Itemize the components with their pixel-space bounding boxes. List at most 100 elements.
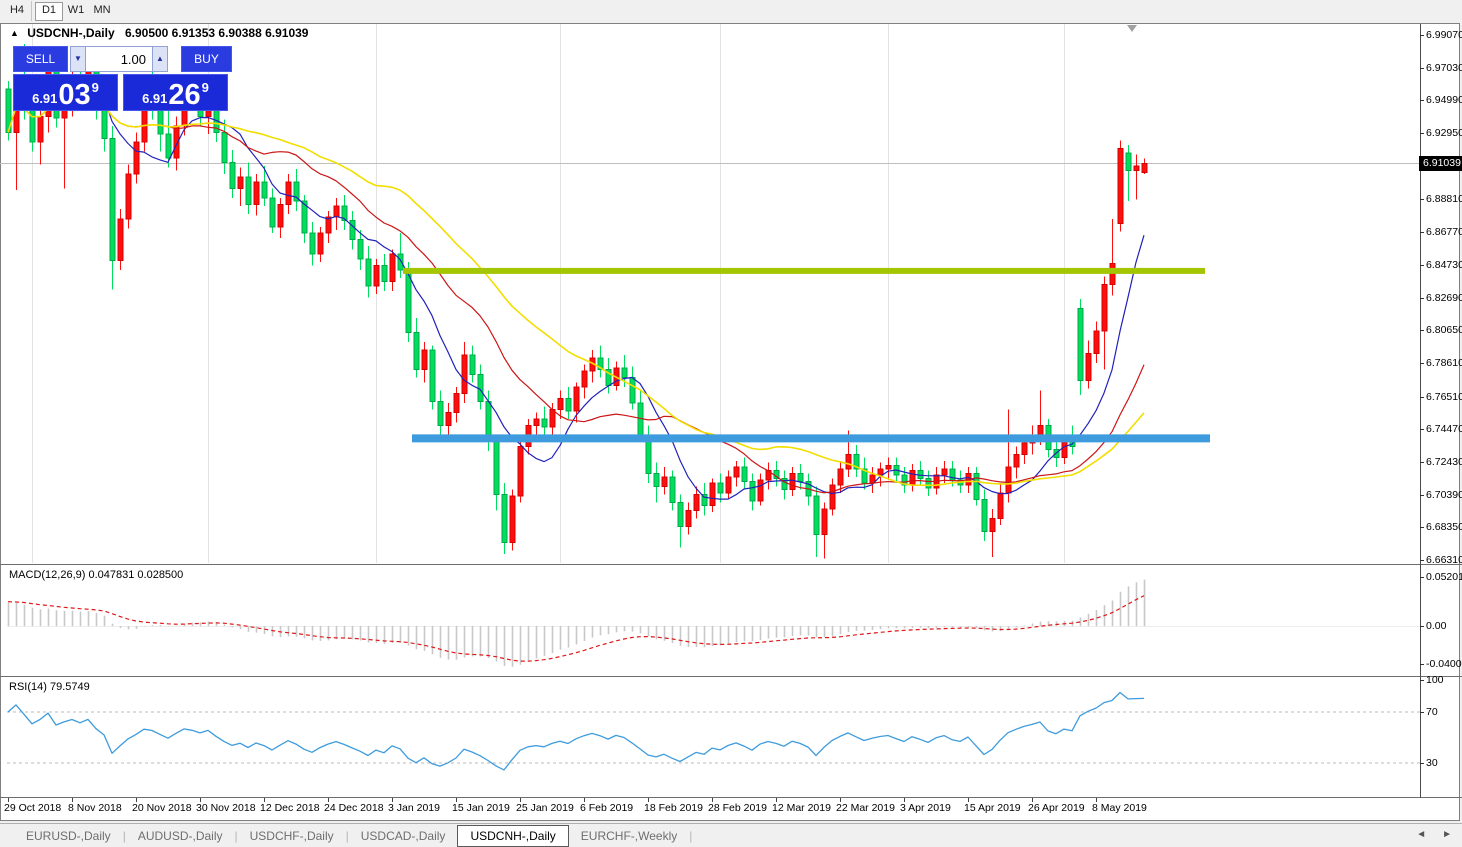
chart-tabs-bar: EURUSD-,Daily | AUDUSD-,Daily | USDCHF-,Dail… (0, 823, 1462, 847)
sell-price-tile[interactable]: 6.91 03 9 (13, 74, 118, 111)
date-axis-label: 15 Apr 2019 (964, 802, 1021, 814)
collapse-arrow-icon[interactable]: ▲ (10, 28, 19, 38)
date-axis-label: 22 Mar 2019 (836, 802, 895, 814)
tab-usdchf-daily[interactable]: USDCHF-,Daily (238, 826, 346, 846)
buy-price-prefix: 6.91 (142, 91, 168, 106)
price-axis-label: 6.76510 (1426, 391, 1462, 403)
date-axis-label: 26 Apr 2019 (1028, 802, 1085, 814)
price-axis-label: 6.97030 (1426, 62, 1462, 74)
axis-tick (1420, 577, 1424, 578)
sell-price-prefix: 6.91 (32, 91, 58, 106)
axis-tick (1420, 363, 1424, 364)
macd-panel-chart[interactable] (0, 567, 1462, 676)
axis-tick (1420, 68, 1424, 69)
price-axis-label: 6.72430 (1426, 456, 1462, 468)
price-axis-label: 6.88810 (1426, 193, 1462, 205)
tab-eurchf-weekly[interactable]: EURCHF-,Weekly (569, 826, 689, 846)
current-price-tag: 6.91039 (1419, 156, 1462, 171)
panel-separator[interactable] (0, 676, 1462, 677)
tab-scroll-left-icon[interactable]: ◄ (1416, 829, 1426, 840)
tab-separator: | (689, 828, 693, 843)
macd-axis-label: 0.00 (1426, 620, 1447, 632)
axis-tick (1420, 712, 1424, 713)
axis-tick (1420, 298, 1424, 299)
price-axis-label: 6.74470 (1426, 423, 1462, 435)
tab-eurusd-daily[interactable]: EURUSD-,Daily (14, 826, 123, 846)
volume-input[interactable] (85, 46, 153, 72)
axis-tick (1420, 397, 1424, 398)
date-axis-label: 29 Oct 2018 (4, 802, 62, 814)
price-axis-label: 6.68350 (1426, 521, 1462, 533)
sell-price-pip: 9 (91, 80, 99, 95)
axis-tick (1420, 495, 1424, 496)
tab-audusd-daily[interactable]: AUDUSD-,Daily (126, 826, 235, 846)
date-axis-label: 8 May 2019 (1092, 802, 1147, 814)
date-axis-label: 20 Nov 2018 (132, 802, 192, 814)
date-axis-label: 3 Jan 2019 (388, 802, 440, 814)
rsi-panel-chart[interactable] (0, 678, 1462, 797)
price-axis-label: 6.70390 (1426, 489, 1462, 501)
axis-tick (1420, 664, 1424, 665)
price-axis-label: 6.86770 (1426, 226, 1462, 238)
tab-usdcad-daily[interactable]: USDCAD-,Daily (349, 826, 458, 846)
price-axis-label: 6.80650 (1426, 324, 1462, 336)
axis-tick (1420, 133, 1424, 134)
date-axis-label: 15 Jan 2019 (452, 802, 510, 814)
date-axis-label: 6 Feb 2019 (580, 802, 634, 814)
sell-button[interactable]: SELL (13, 46, 68, 72)
date-axis-label: 28 Feb 2019 (708, 802, 767, 814)
axis-tick (1420, 35, 1424, 36)
axis-tick (1420, 763, 1424, 764)
axis-tick (1420, 560, 1424, 561)
date-axis-label: 8 Nov 2018 (68, 802, 122, 814)
rsi-axis-label: 70 (1426, 706, 1438, 718)
timeframe-toolbar: H4 D1 W1 MN (0, 0, 1462, 22)
date-axis-label: 12 Mar 2019 (772, 802, 831, 814)
price-axis-label: 6.99070 (1426, 29, 1462, 41)
buy-button[interactable]: BUY (181, 46, 232, 72)
price-axis-label: 6.84730 (1426, 259, 1462, 271)
spinner-down-icon: ▼ (74, 54, 82, 63)
axis-tick (1420, 330, 1424, 331)
macd-label: MACD(12,26,9) 0.047831 0.028500 (9, 569, 184, 581)
chart-title: ▲ USDCNH-,Daily 6.90500 6.91353 6.90388 … (10, 26, 308, 40)
tab-usdcnh-daily[interactable]: USDCNH-,Daily (457, 824, 569, 847)
date-axis-label: 18 Feb 2019 (644, 802, 703, 814)
buy-price-pip: 9 (201, 80, 209, 95)
rsi-axis-label: 30 (1426, 757, 1438, 769)
price-axis-label: 6.92950 (1426, 127, 1462, 139)
axis-tick (1420, 199, 1424, 200)
timeframe-button-h4[interactable]: H4 (4, 2, 30, 19)
tab-scroll-right-icon[interactable]: ► (1442, 829, 1452, 840)
timeframe-button-d1[interactable]: D1 (35, 2, 63, 21)
chart-tabs: EURUSD-,Daily | AUDUSD-,Daily | USDCHF-,Dail… (14, 824, 693, 847)
price-axis-label: 6.82690 (1426, 292, 1462, 304)
panel-separator[interactable] (0, 564, 1462, 565)
date-axis-label: 12 Dec 2018 (260, 802, 320, 814)
price-axis-label: 6.94990 (1426, 94, 1462, 106)
axis-tick (1420, 680, 1424, 681)
one-click-trading-panel: SELL ▼ ▲ BUY 6.91 03 9 6.91 26 9 (13, 46, 232, 111)
axis-tick (1420, 265, 1424, 266)
volume-increase-button[interactable]: ▲ (152, 46, 168, 72)
date-axis-label: 25 Jan 2019 (516, 802, 574, 814)
panel-separator (0, 797, 1462, 798)
macd-axis-label: -0.040019 (1426, 658, 1462, 670)
date-axis-label: 30 Nov 2018 (196, 802, 256, 814)
date-axis-label: 24 Dec 2018 (324, 802, 384, 814)
toolbar-separator (31, 1, 32, 21)
date-axis-label: 3 Apr 2019 (900, 802, 951, 814)
price-axis-label: 6.66310 (1426, 554, 1462, 566)
axis-tick (1420, 232, 1424, 233)
volume-decrease-button[interactable]: ▼ (70, 46, 86, 72)
chart-symbol-label: USDCNH-,Daily (27, 26, 115, 40)
buy-price-tile[interactable]: 6.91 26 9 (123, 74, 228, 111)
timeframe-button-w1[interactable]: W1 (63, 2, 89, 19)
axis-tick (1420, 100, 1424, 101)
price-axis-line (1420, 24, 1421, 798)
axis-tick (1420, 462, 1424, 463)
chart-shift-marker-icon[interactable] (1127, 25, 1137, 32)
sell-price-big: 03 (58, 79, 91, 111)
timeframe-button-mn[interactable]: MN (89, 2, 115, 19)
axis-tick (1420, 429, 1424, 430)
